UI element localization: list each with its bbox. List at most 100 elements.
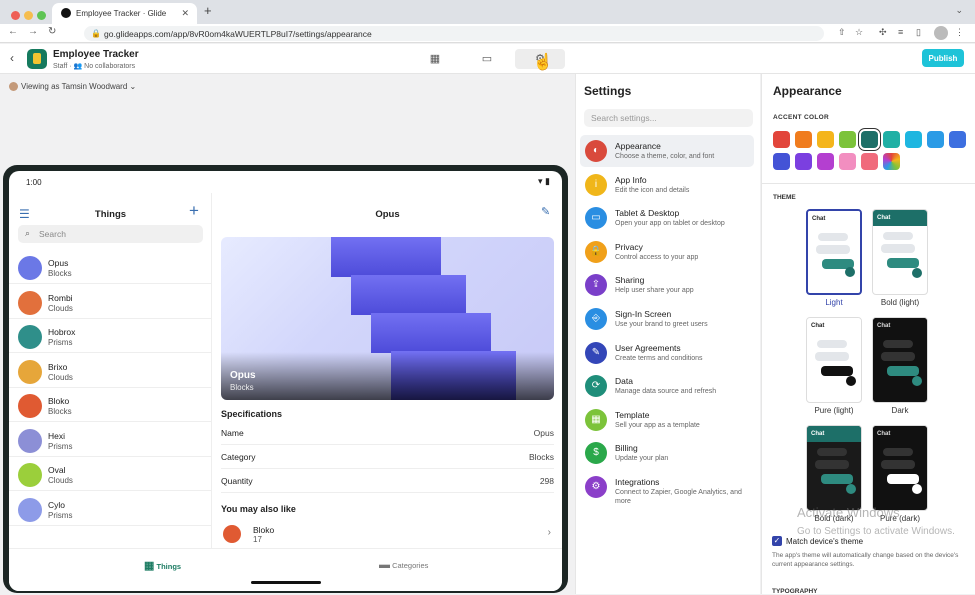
item-category: Clouds [48,372,73,382]
list-item[interactable]: Rombi Clouds [9,285,212,319]
settings-item-user-agreements[interactable]: ✎ User Agreements Create terms and condi… [580,337,754,369]
settings-item-data[interactable]: ⟳ Data Manage data source and refresh [580,370,754,402]
accent-swatch[interactable] [817,153,834,170]
item-category: Clouds [48,476,73,485]
back-arrow-icon[interactable]: ← [8,26,18,37]
extensions-puzzle-icon[interactable]: ✣ [879,27,887,38]
glide-header: ‹ Employee Tracker Staff · 👥 No collabor… [0,44,975,74]
theme-label: Bold (light) [880,298,920,307]
bookmark-star-icon[interactable]: ☆ [855,27,863,38]
accent-swatch[interactable] [949,131,966,148]
accent-swatch[interactable] [773,131,790,148]
new-tab-button[interactable]: + [204,3,212,18]
settings-item-sharing[interactable]: ⇪ Sharing Help user share your app [580,269,754,301]
accent-swatch[interactable] [883,131,900,148]
list-item[interactable]: Bloko Blocks [9,388,212,422]
accent-swatch[interactable] [839,153,856,170]
settings-item-app-info[interactable]: i App Info Edit the icon and details [580,169,754,201]
settings-item-tablet-desktop[interactable]: ▭ Tablet & Desktop Open your app on tabl… [580,202,754,234]
item-category: Clouds [48,303,73,313]
nav-categories[interactable]: ▬ Categories [379,559,428,571]
accent-swatch[interactable] [883,153,900,170]
folder-icon: ▬ [379,559,390,571]
theme-label: Pure (light) [814,406,854,415]
tab-search-icon[interactable]: ⌄ [955,5,963,16]
settings-item-billing[interactable]: $ Billing Update your plan [580,437,754,469]
edit-pencil-icon[interactable]: ✎ [541,205,550,218]
browser-menu-icon[interactable]: ⋮ [955,27,964,38]
layout-editor-tab[interactable]: ▭ [464,49,510,69]
theme-option[interactable]: Chat [872,209,928,295]
list-item[interactable]: Opus Blocks [9,250,212,284]
url-field[interactable]: 🔒 go.glideapps.com/app/8vR0om4kaWUERTLP8… [84,26,824,41]
hand-cursor-icon: ☝ [533,54,553,71]
settings-item-integrations[interactable]: ⚙ Integrations Connect to Zapier, Google… [580,471,754,505]
forward-arrow-icon[interactable]: → [28,26,38,37]
also-like-name: Bloko [253,525,275,535]
nav-things[interactable]: ▦ Things [144,559,181,572]
close-window-icon[interactable] [11,11,20,20]
settings-item-privacy[interactable]: 🔒 Privacy Control access to your app [580,236,754,268]
browser-tab[interactable]: Employee Tracker · Glide ✕ [52,3,197,24]
list-search-input[interactable]: ⌕ Search [18,225,203,243]
list-item[interactable]: Oval Clouds [9,457,212,491]
accent-swatch[interactable] [773,153,790,170]
settings-item-name: Sign-In Screen [615,309,672,319]
theme-option[interactable]: Chat [872,317,928,403]
accent-swatch[interactable] [795,131,812,148]
theme-option[interactable]: Chat [806,209,862,295]
viewing-as-selector[interactable]: Viewing as Tamsin Woodward ⌄ [9,82,136,92]
nav-things-label: Things [156,562,182,571]
search-placeholder: Search [39,229,66,239]
list-item[interactable]: Hexi Prisms [9,423,212,457]
also-like-item[interactable]: Bloko 17 › [221,520,554,548]
settings-item-icon: i [585,173,607,196]
activate-windows-title: Activate Windows [797,505,900,520]
accent-swatch[interactable] [795,153,812,170]
accent-swatch[interactable] [861,153,878,170]
theme-label: THEME [773,194,796,201]
settings-item-desc: Choose a theme, color, and font [615,153,715,160]
address-bar: ← → ↻ 🔒 go.glideapps.com/app/8vR0om4kaWU… [0,24,975,43]
theme-chat-label: Chat [873,318,927,334]
theme-option[interactable]: Chat [806,425,862,511]
reload-icon[interactable]: ↻ [48,26,56,37]
minimize-window-icon[interactable] [24,11,33,20]
list-item[interactable]: Brixo Clouds [9,354,212,388]
item-name: Hexi [48,430,66,441]
close-tab-icon[interactable]: ✕ [181,8,189,19]
spec-row: Category Blocks [221,445,554,469]
accent-swatch[interactable] [861,131,878,148]
accent-swatch[interactable] [905,131,922,148]
spec-key: Quantity [221,476,253,486]
settings-item-sign-in-screen[interactable]: ⎆ Sign-In Screen Use your brand to greet… [580,303,754,335]
hero-name: Opus [230,370,256,381]
publish-button[interactable]: Publish [922,49,964,67]
accent-swatch[interactable] [817,131,834,148]
share-icon[interactable]: ⇧ [838,27,846,38]
theme-option[interactable]: Chat [806,317,862,403]
match-theme-checkbox[interactable]: ✓ [772,536,782,546]
list-item[interactable]: Hobrox Prisms [9,319,212,353]
theme-option[interactable]: Chat [872,425,928,511]
specifications-heading: Specifications [221,409,283,419]
profile-avatar[interactable] [934,26,948,40]
data-editor-tab[interactable]: ▦ [412,49,458,69]
viewing-as-label: Viewing as Tamsin Woodward [21,82,128,91]
list-item[interactable]: Cylo Prisms [9,492,212,526]
accent-swatch[interactable] [839,131,856,148]
settings-search-input[interactable]: Search settings... [584,109,753,127]
add-icon[interactable]: + [189,201,199,221]
settings-item-desc: Connect to Zapier, Google Analytics, and… [615,489,742,505]
sidebar-icon[interactable]: ▯ [916,27,921,38]
maximize-window-icon[interactable] [37,11,46,20]
accent-swatch[interactable] [927,131,944,148]
settings-item-name: User Agreements [615,342,681,353]
back-chevron-icon[interactable]: ‹ [10,51,14,65]
glide-favicon-icon [61,8,71,18]
settings-item-template[interactable]: ▦ Template Sell your app as a template [580,404,754,436]
activate-windows-subtitle: Go to Settings to activate Windows. [797,526,955,537]
reading-list-icon[interactable]: ≡ [898,27,903,37]
app-subtitle: Staff · 👥 No collaborators [53,63,136,70]
settings-item-appearance[interactable]: ◐ Appearance Choose a theme, color, and … [580,135,754,167]
